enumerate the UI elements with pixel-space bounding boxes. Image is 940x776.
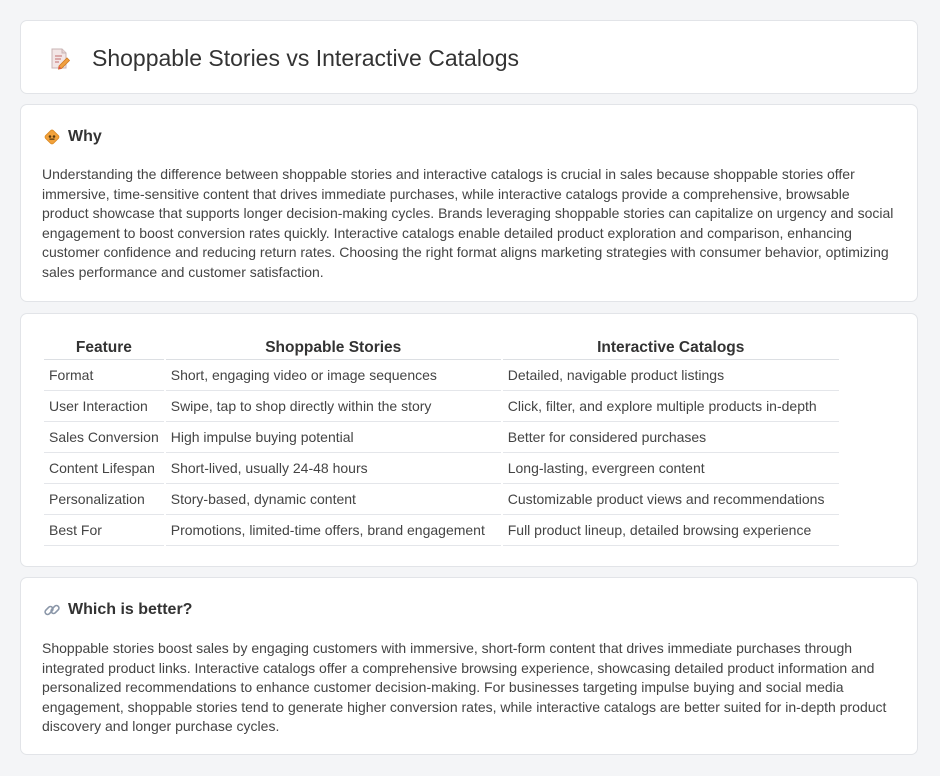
- why-text: Understanding the difference between sho…: [42, 166, 894, 280]
- shoppable-stories-cell: Short, engaging video or image sequences: [165, 360, 501, 391]
- feature-cell: Format: [44, 360, 164, 391]
- interactive-catalogs-cell: Click, filter, and explore multiple prod…: [502, 391, 839, 422]
- feature-cell: User Interaction: [44, 391, 164, 422]
- shoppable-stories-cell: Promotions, limited-time offers, brand e…: [165, 515, 501, 546]
- table-row: Content Lifespan Short-lived, usually 24…: [44, 453, 839, 484]
- comparison-section: Feature Shoppable Stories Interactive Ca…: [20, 313, 918, 567]
- which-is-better-section: Which is better? Shoppable stories boost…: [20, 577, 918, 755]
- which-is-better-title: Which is better?: [68, 601, 193, 618]
- table-row: Best For Promotions, limited-time offers…: [44, 515, 839, 546]
- column-header-interactive-catalogs: Interactive Catalogs: [502, 335, 839, 360]
- column-header-shoppable-stories: Shoppable Stories: [165, 335, 501, 360]
- which-is-better-text: Shoppable stories boost sales by engagin…: [42, 640, 887, 734]
- why-heading: Why: [43, 127, 102, 147]
- feature-cell: Sales Conversion: [44, 422, 164, 453]
- comparison-table: Feature Shoppable Stories Interactive Ca…: [42, 335, 841, 546]
- feature-cell: Best For: [44, 515, 164, 546]
- table-header-row: Feature Shoppable Stories Interactive Ca…: [44, 335, 839, 360]
- page-title: Shoppable Stories vs Interactive Catalog…: [92, 45, 520, 71]
- table-row: Personalization Story-based, dynamic con…: [44, 484, 839, 515]
- shoppable-stories-cell: High impulse buying potential: [165, 422, 501, 453]
- which-is-better-heading: Which is better?: [43, 600, 192, 620]
- interactive-catalogs-cell: Detailed, navigable product listings: [502, 360, 839, 391]
- header-card: Shoppable Stories vs Interactive Catalog…: [20, 20, 918, 94]
- document-pencil-icon: [49, 47, 71, 71]
- interactive-catalogs-cell: Full product lineup, detailed browsing e…: [502, 515, 839, 546]
- shoppable-stories-cell: Swipe, tap to shop directly within the s…: [165, 391, 501, 422]
- feature-cell: Content Lifespan: [44, 453, 164, 484]
- table-row: User Interaction Swipe, tap to shop dire…: [44, 391, 839, 422]
- column-header-feature: Feature: [44, 335, 164, 360]
- shoppable-stories-cell: Short-lived, usually 24-48 hours: [165, 453, 501, 484]
- interactive-catalogs-cell: Customizable product views and recommend…: [502, 484, 839, 515]
- table-row: Format Short, engaging video or image se…: [44, 360, 839, 391]
- why-title: Why: [68, 128, 102, 145]
- diamond-sign-icon: [43, 128, 61, 146]
- interactive-catalogs-cell: Better for considered purchases: [502, 422, 839, 453]
- table-row: Sales Conversion High impulse buying pot…: [44, 422, 839, 453]
- why-section: Why Understanding the difference between…: [20, 104, 918, 302]
- shoppable-stories-cell: Story-based, dynamic content: [165, 484, 501, 515]
- link-icon: [43, 601, 61, 619]
- feature-cell: Personalization: [44, 484, 164, 515]
- interactive-catalogs-cell: Long-lasting, evergreen content: [502, 453, 839, 484]
